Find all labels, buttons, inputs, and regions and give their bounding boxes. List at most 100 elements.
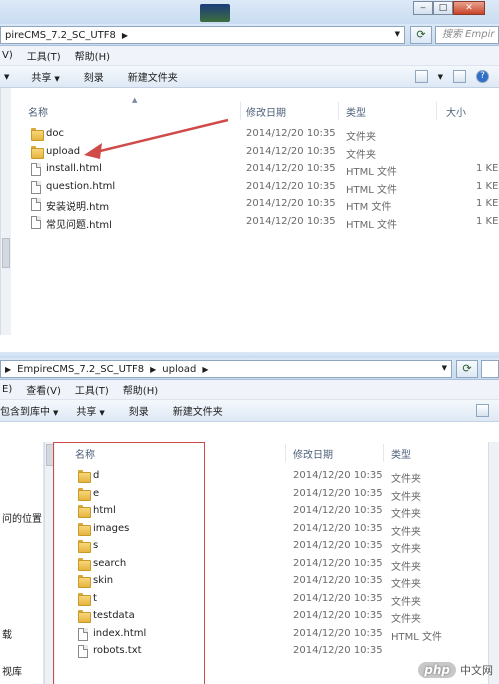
file-icon <box>31 163 41 176</box>
column-type[interactable]: 类型 <box>391 446 411 461</box>
breadcrumb-root[interactable]: EmpireCMS_7.2_SC_UTF8 <box>17 364 144 375</box>
scrollbar-thumb[interactable] <box>46 444 54 466</box>
file-row[interactable]: search 2014/12/20 10:35 文件夹 <box>78 556 488 573</box>
file-row[interactable]: testdata 2014/12/20 10:35 文件夹 <box>78 608 488 625</box>
refresh-button[interactable]: ⟳ <box>456 360 478 378</box>
file-scrollbar[interactable] <box>488 442 499 684</box>
chevron-down-icon[interactable]: ▼ <box>395 30 400 38</box>
breadcrumb-arrow-icon[interactable]: ▶ <box>150 365 156 374</box>
file-row[interactable]: e 2014/12/20 10:35 文件夹 <box>78 486 488 503</box>
chevron-down-icon[interactable]: ▼ <box>442 364 447 372</box>
file-date: 2014/12/20 10:35 <box>293 627 383 639</box>
file-row[interactable]: 安装说明.htm 2014/12/20 10:35 HTM 文件 1 KE <box>31 196 498 213</box>
file-size: 1 KE <box>476 163 499 174</box>
share-button[interactable]: 共享 ▼ <box>76 403 104 418</box>
column-name[interactable]: 名称 <box>28 104 48 119</box>
folder-icon <box>78 557 91 571</box>
file-date: 2014/12/20 10:35 <box>293 575 383 586</box>
file-row[interactable]: question.html 2014/12/20 10:35 HTML 文件 1 KE <box>31 179 498 196</box>
column-divider[interactable] <box>338 102 339 120</box>
folder-icon <box>78 505 91 518</box>
scrollbar-thumb[interactable] <box>2 238 10 268</box>
file-row[interactable]: s 2014/12/20 10:35 文件夹 <box>78 538 488 555</box>
search-input[interactable] <box>481 360 499 378</box>
menu-edit[interactable]: E) <box>2 384 12 395</box>
nav-scrollbar[interactable] <box>44 442 55 684</box>
include-in-library-button[interactable]: 包含到库中 ▼ <box>0 403 58 418</box>
refresh-button[interactable]: ⟳ <box>410 26 432 44</box>
column-date[interactable]: 修改日期 <box>246 104 286 119</box>
new-folder-button[interactable]: 新建文件夹 <box>128 69 178 84</box>
address-bar[interactable]: ▶ EmpireCMS_7.2_SC_UTF8 ▶ upload ▶ ▼ <box>0 360 452 378</box>
breadcrumb-arrow-icon[interactable]: ▶ <box>122 31 128 40</box>
view-options-icon[interactable] <box>414 70 428 83</box>
share-button[interactable]: 共享 ▼ <box>31 69 59 84</box>
file-row[interactable]: skin 2014/12/20 10:35 文件夹 <box>78 573 488 590</box>
column-headers: 名称 ▲ 修改日期 类型 大小 <box>28 96 498 122</box>
breadcrumb-upload[interactable]: upload <box>162 364 196 375</box>
sort-arrow-icon: ▲ <box>132 96 138 104</box>
nav-item-video-library[interactable]: 视库 <box>2 663 22 678</box>
menu-tools[interactable]: 工具(T) <box>75 382 109 397</box>
file-row[interactable]: install.html 2014/12/20 10:35 HTML 文件 1 KE <box>31 161 498 178</box>
chevron-down-icon: ▼ <box>99 409 105 417</box>
close-button[interactable]: ✕ <box>453 1 485 15</box>
file-type: 文件夹 <box>346 149 376 161</box>
column-type[interactable]: 类型 <box>346 104 366 119</box>
file-row[interactable]: upload 2014/12/20 10:35 文件夹 <box>31 144 498 161</box>
column-date[interactable]: 修改日期 <box>293 446 333 461</box>
column-divider[interactable] <box>285 444 286 462</box>
column-divider[interactable] <box>240 102 241 120</box>
menu-view[interactable]: 查看(V) <box>26 382 61 397</box>
file-type: 文件夹 <box>346 132 376 143</box>
address-bar[interactable]: pireCMS_7.2_SC_UTF8 ▶ ▼ <box>0 26 405 44</box>
maximize-button[interactable]: □ <box>433 1 453 15</box>
menu-help[interactable]: 帮助(H) <box>123 382 158 397</box>
breadcrumb-arrow-icon[interactable]: ▶ <box>5 365 11 374</box>
file-icon <box>31 198 41 211</box>
file-row[interactable]: t 2014/12/20 10:35 文件夹 <box>78 591 488 608</box>
nav-item-recent-places[interactable]: 问的位置 <box>2 510 42 525</box>
file-icon <box>31 180 41 194</box>
menu-tools[interactable]: 工具(T) <box>27 48 61 63</box>
file-row[interactable]: doc 2014/12/20 10:35 文件夹 <box>31 126 498 143</box>
column-size[interactable]: 大小 <box>446 104 466 119</box>
new-folder-button[interactable]: 新建文件夹 <box>173 403 223 418</box>
search-input[interactable]: 搜索 Empir <box>435 26 499 44</box>
file-name: robots.txt <box>93 645 142 656</box>
nav-scrollbar[interactable] <box>0 88 11 335</box>
file-icon <box>31 215 41 229</box>
file-name: e <box>93 487 100 499</box>
breadcrumb-arrow-icon[interactable]: ▶ <box>202 365 208 374</box>
breadcrumb-segment[interactable]: pireCMS_7.2_SC_UTF8 <box>5 30 116 41</box>
folder-icon <box>78 540 91 553</box>
file-type: HTML 文件 <box>391 631 443 643</box>
view-options-icon[interactable] <box>476 404 489 417</box>
file-row[interactable]: images 2014/12/20 10:35 文件夹 <box>78 521 488 538</box>
file-row[interactable]: d 2014/12/20 10:35 文件夹 <box>78 468 488 485</box>
folder-icon <box>78 610 91 623</box>
toolbar-caret-icon[interactable]: ▼ <box>4 73 9 81</box>
column-divider[interactable] <box>436 102 437 120</box>
file-date: 2014/12/20 10:35 <box>246 145 336 157</box>
burn-button[interactable]: 刻录 <box>129 403 149 418</box>
folder-icon <box>78 592 91 606</box>
column-divider[interactable] <box>383 444 384 462</box>
burn-button[interactable]: 刻录 <box>84 69 104 84</box>
file-row[interactable]: robots.txt 2014/12/20 10:35 <box>78 643 488 660</box>
file-date: 2014/12/20 10:35 <box>246 128 336 139</box>
chevron-down-icon: ▼ <box>53 409 59 417</box>
file-row[interactable]: html 2014/12/20 10:35 文件夹 <box>78 503 488 520</box>
nav-item-downloads[interactable]: 载 <box>2 626 12 641</box>
file-type: 文件夹 <box>391 491 421 503</box>
minimize-button[interactable]: ‒ <box>413 1 433 15</box>
file-name: testdata <box>93 610 135 621</box>
preview-pane-icon[interactable] <box>453 70 466 83</box>
column-name[interactable]: 名称 <box>75 446 95 461</box>
chevron-down-icon[interactable]: ▼ <box>438 73 443 81</box>
menu-view[interactable]: V) <box>2 50 13 61</box>
menu-help[interactable]: 帮助(H) <box>75 48 110 63</box>
help-icon[interactable]: ? <box>476 70 489 83</box>
file-row[interactable]: index.html 2014/12/20 10:35 HTML 文件 <box>78 626 488 643</box>
file-row[interactable]: 常见问题.html 2014/12/20 10:35 HTML 文件 1 KE <box>31 214 498 231</box>
